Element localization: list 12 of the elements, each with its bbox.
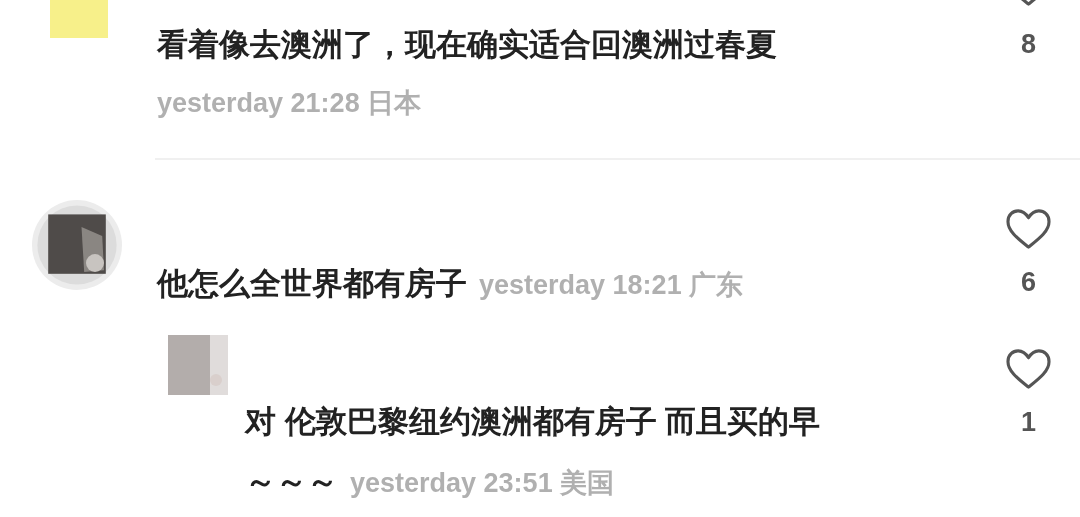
- comment-meta: yesterday 18:21 广东: [479, 270, 744, 300]
- comment-meta: yesterday 21:28 日本: [157, 87, 423, 120]
- comment-text: 看着像去澳洲了，现在确实适合回澳洲过春夏: [157, 27, 777, 62]
- comment-text: ～～～: [245, 464, 338, 499]
- like-count: 6: [1021, 266, 1036, 299]
- comment-text: 他怎么全世界都有房子: [157, 266, 467, 301]
- like-count: 8: [1021, 28, 1036, 61]
- like-count: 1: [1021, 406, 1036, 439]
- comment-text: 对 伦敦巴黎纽约澳洲都有房子 而且买的早: [245, 403, 822, 441]
- heart-icon[interactable]: [1005, 348, 1052, 390]
- comment-meta: yesterday 23:51 美国: [350, 468, 615, 498]
- heart-icon[interactable]: [1005, 208, 1052, 250]
